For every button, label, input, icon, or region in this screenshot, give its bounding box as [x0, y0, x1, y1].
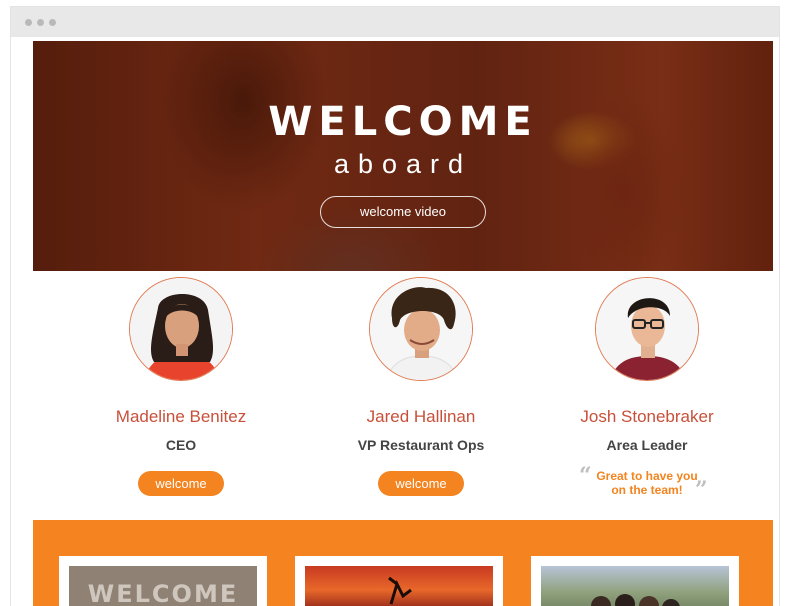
- person-name: Madeline Benitez: [115, 407, 247, 426]
- testimonial-quote: “ Great to have you on the team! ”: [527, 463, 767, 503]
- avatar: [369, 277, 473, 381]
- avatar: [595, 277, 699, 381]
- window-dot-icon: [49, 19, 56, 26]
- person-photo-icon: [370, 278, 472, 380]
- person-card: Josh Stonebraker Area Leader “ Great to …: [527, 277, 767, 503]
- quote-line: on the team!: [611, 483, 683, 497]
- person-name: Jared Hallinan: [366, 407, 476, 426]
- hero-banner: WELCOME aboard welcome video: [33, 41, 773, 271]
- media-card[interactable]: WELCOME: [59, 556, 267, 606]
- jumping-person-icon: [388, 576, 412, 605]
- quote-line: Great to have you: [596, 469, 698, 483]
- welcome-mat-text: WELCOME: [87, 580, 239, 606]
- person-card: Madeline Benitez CEO welcome: [61, 277, 301, 496]
- team-photo-image: [541, 566, 729, 606]
- person-role: VP Restaurant Ops: [357, 437, 485, 453]
- person-name: Josh Stonebraker: [580, 407, 714, 426]
- window-dot-icon: [37, 19, 44, 26]
- media-card[interactable]: [295, 556, 503, 606]
- open-quote-icon: “: [579, 463, 592, 489]
- window-dot-icon: [25, 19, 32, 26]
- welcome-mat-image: WELCOME: [69, 566, 257, 606]
- browser-window: WELCOME aboard welcome video Madeline Be…: [10, 6, 780, 606]
- welcome-button[interactable]: welcome: [138, 471, 224, 496]
- welcome-button[interactable]: welcome: [378, 471, 464, 496]
- person-role: Area Leader: [606, 437, 688, 453]
- welcome-video-button[interactable]: welcome video: [320, 196, 486, 228]
- hero-title: WELCOME: [268, 99, 538, 145]
- media-card[interactable]: [531, 556, 739, 606]
- media-band: WELCOME: [33, 520, 773, 606]
- close-quote-icon: ”: [695, 477, 708, 503]
- avatar: [129, 277, 233, 381]
- person-card: Jared Hallinan VP Restaurant Ops welcome: [301, 277, 541, 496]
- group-people-icon: [591, 594, 680, 606]
- person-role: CEO: [165, 437, 197, 453]
- sunset-image: [305, 566, 493, 606]
- hero-subtitle: aboard: [333, 149, 473, 179]
- browser-titlebar: [11, 7, 779, 37]
- person-photo-icon: [130, 278, 232, 380]
- person-photo-icon: [596, 278, 698, 380]
